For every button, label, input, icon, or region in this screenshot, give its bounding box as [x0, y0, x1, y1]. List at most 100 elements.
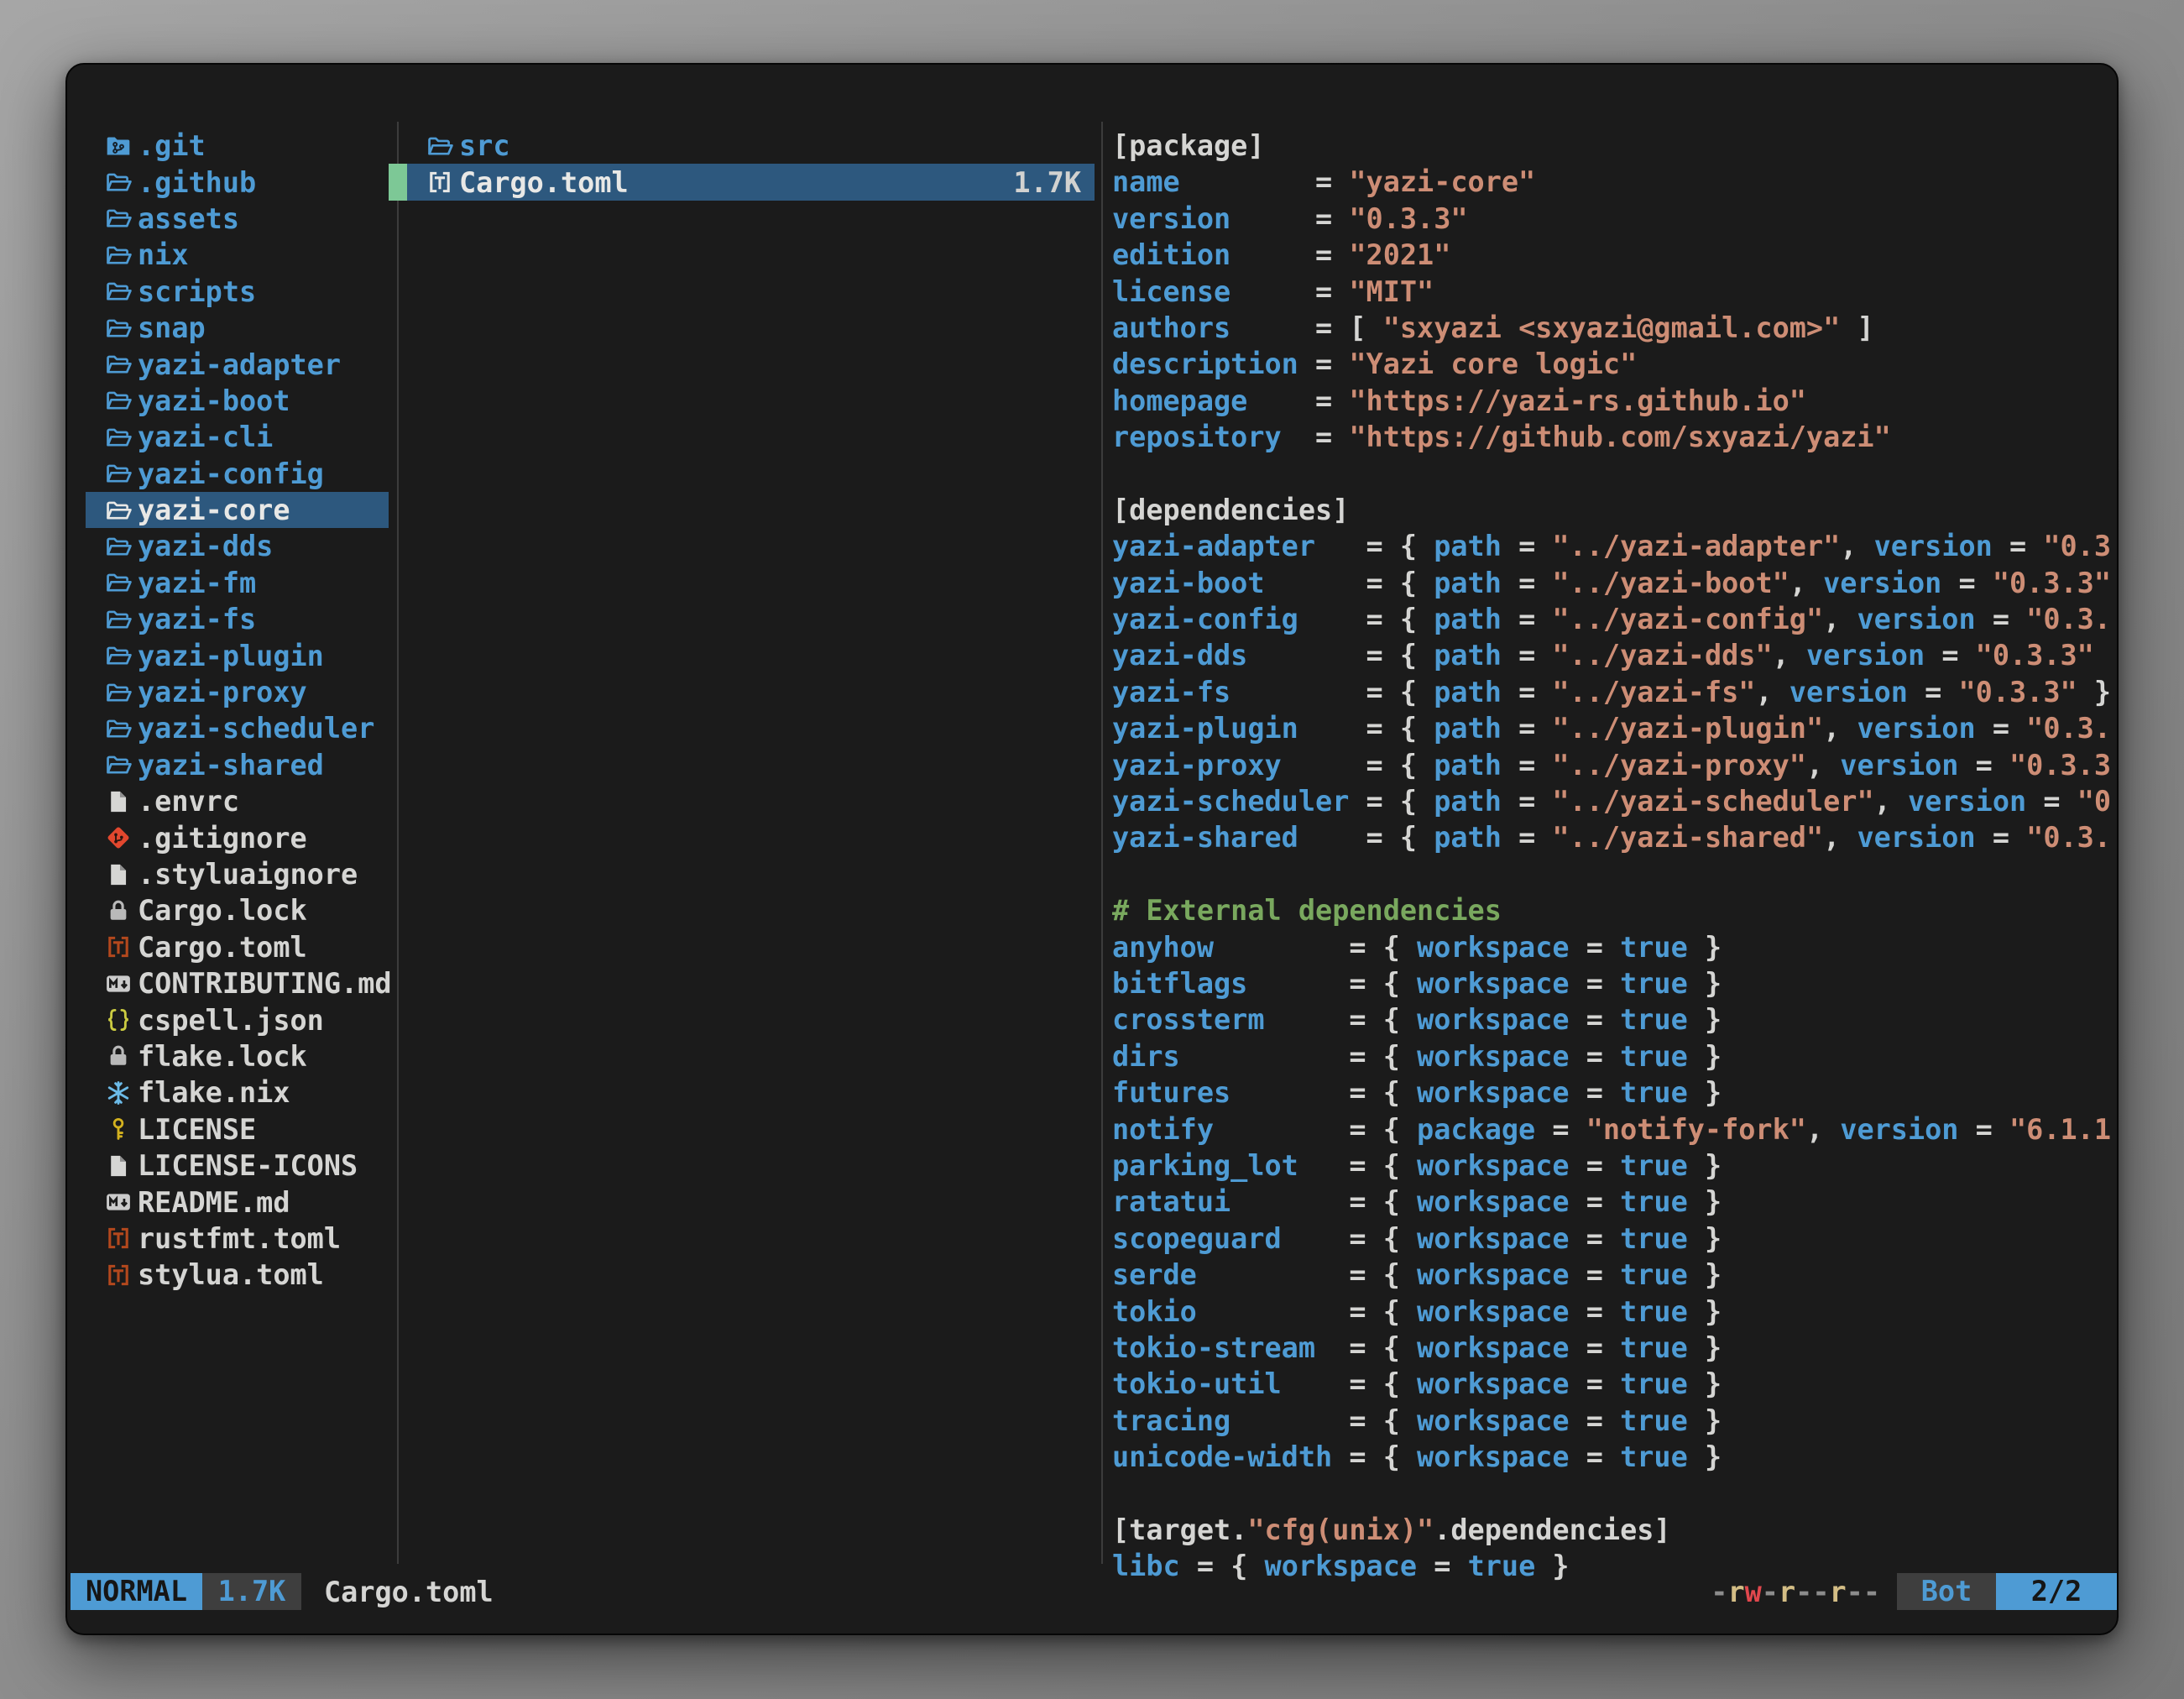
toml-icon: [104, 1224, 133, 1252]
preview-line: scopeguard = { workspace = true }: [1112, 1221, 2119, 1257]
file-row[interactable]: Cargo.toml1.7K: [389, 164, 1095, 200]
folder-icon: [104, 314, 133, 342]
folder-icon: [104, 204, 133, 233]
preview-line: dirs = { workspace = true }: [1112, 1038, 2119, 1074]
file-name: yazi-plugin: [138, 640, 324, 672]
file-row[interactable]: yazi-config: [86, 456, 389, 492]
file-row[interactable]: src: [389, 128, 1095, 164]
file-row[interactable]: .styluaignore: [86, 856, 389, 892]
file-name: scripts: [138, 275, 256, 308]
folder-icon: [104, 532, 133, 561]
file-row[interactable]: rustfmt.toml: [86, 1221, 389, 1257]
file-name: nix: [138, 238, 189, 271]
file-row[interactable]: assets: [86, 201, 389, 237]
file-row[interactable]: nix: [86, 237, 389, 273]
file-name: Cargo.lock: [138, 894, 307, 927]
file-name: yazi-dds: [138, 530, 273, 562]
file-name: LICENSE-ICONS: [138, 1149, 358, 1182]
preview-line: tokio = { workspace = true }: [1112, 1294, 2119, 1330]
file-icon: [104, 1152, 133, 1180]
preview-line: yazi-shared = { path = "../yazi-shared",…: [1112, 819, 2119, 855]
file-row[interactable]: LICENSE: [86, 1111, 389, 1147]
preview-line: name = "yazi-core": [1112, 164, 2119, 200]
preview-line: [1112, 856, 2119, 892]
toml-icon: [104, 1261, 133, 1289]
preview-line: yazi-boot = { path = "../yazi-boot", ver…: [1112, 565, 2119, 601]
folder-icon: [426, 132, 454, 160]
file-row[interactable]: README.md: [86, 1184, 389, 1220]
file-row[interactable]: flake.nix: [86, 1074, 389, 1111]
file-row[interactable]: .git: [86, 128, 389, 164]
file-row[interactable]: flake.lock: [86, 1038, 389, 1074]
folder-icon: [104, 605, 133, 634]
folder-icon: [104, 168, 133, 196]
preview-line: yazi-scheduler = { path = "../yazi-sched…: [1112, 783, 2119, 819]
markdown-icon: [104, 1188, 133, 1216]
file-row[interactable]: yazi-fm: [86, 565, 389, 601]
file-row[interactable]: yazi-cli: [86, 419, 389, 455]
file-name: snap: [138, 311, 206, 344]
preview-line: authors = [ "sxyazi <sxyazi@gmail.com>" …: [1112, 310, 2119, 346]
preview-line: [1112, 1475, 2119, 1511]
preview-line: anyhow = { workspace = true }: [1112, 929, 2119, 965]
file-permissions: -rw-r--r--: [1711, 1576, 1880, 1608]
file-name: yazi-proxy: [138, 676, 307, 708]
file-row[interactable]: .gitignore: [86, 819, 389, 855]
git-folder-icon: [104, 132, 133, 160]
preview-line: yazi-dds = { path = "../yazi-dds", versi…: [1112, 637, 2119, 673]
file-row[interactable]: CONTRIBUTING.md: [86, 965, 389, 1001]
file-size: 1.7K: [1013, 166, 1095, 199]
yazi-terminal-window: .git.githubassetsnix scriptssnap yazi-adap…: [65, 63, 2119, 1635]
preview-line: bitflags = { workspace = true }: [1112, 965, 2119, 1001]
selection-marker: [389, 164, 407, 200]
file-row[interactable]: yazi-adapter: [86, 346, 389, 382]
cursor-counter-badge: 2/2: [1996, 1573, 2117, 1610]
file-name: .envrc: [138, 785, 239, 818]
file-row[interactable]: yazi-fs: [86, 601, 389, 637]
status-filename: Cargo.toml: [324, 1576, 494, 1608]
preview-line: tokio-stream = { workspace = true }: [1112, 1330, 2119, 1366]
preview-line: tracing = { workspace = true }: [1112, 1403, 2119, 1439]
file-row[interactable]: cspell.json: [86, 1001, 389, 1038]
file-row[interactable]: yazi-dds: [86, 528, 389, 564]
file-name: LICENSE: [138, 1113, 256, 1146]
file-row[interactable]: stylua.toml: [86, 1257, 389, 1293]
file-row[interactable]: .envrc: [86, 783, 389, 819]
folder-icon: [104, 750, 133, 779]
file-row[interactable]: yazi-shared: [86, 747, 389, 783]
file-row[interactable]: yazi-boot: [86, 383, 389, 419]
preview-line: unicode-width = { workspace = true }: [1112, 1439, 2119, 1475]
file-name: yazi-boot: [138, 384, 290, 417]
markdown-icon: [104, 970, 133, 998]
file-name: .styluaignore: [138, 858, 358, 891]
file-row[interactable]: yazi-plugin: [86, 637, 389, 673]
file-row[interactable]: scripts: [86, 274, 389, 310]
file-row[interactable]: yazi-proxy: [86, 674, 389, 710]
file-row[interactable]: yazi-scheduler: [86, 710, 389, 746]
file-row[interactable]: snap: [86, 310, 389, 346]
lock-icon: [104, 1042, 133, 1070]
preview-line: edition = "2021": [1112, 237, 2119, 273]
preview-line: [dependencies]: [1112, 492, 2119, 528]
file-name: yazi-scheduler: [138, 712, 374, 745]
file-name: rustfmt.toml: [138, 1222, 341, 1255]
pane-divider-right: [1101, 122, 1103, 1564]
folder-icon: [104, 714, 133, 743]
folder-icon: [104, 423, 133, 452]
preview-line: [package]: [1112, 128, 2119, 164]
preview-line: homepage = "https://yazi-rs.github.io": [1112, 383, 2119, 419]
preview-line: [target."cfg(unix)".dependencies]: [1112, 1512, 2119, 1548]
folder-icon: [104, 496, 133, 525]
preview-line: serde = { workspace = true }: [1112, 1257, 2119, 1293]
file-row[interactable]: .github: [86, 164, 389, 200]
pane-divider-left: [397, 122, 399, 1564]
file-row[interactable]: yazi-core: [86, 492, 389, 528]
folder-icon: [104, 241, 133, 269]
file-row[interactable]: Cargo.toml: [86, 929, 389, 965]
file-row[interactable]: Cargo.lock: [86, 892, 389, 928]
file-name: yazi-adapter: [138, 348, 341, 381]
preview-line: yazi-adapter = { path = "../yazi-adapter…: [1112, 528, 2119, 564]
file-row[interactable]: LICENSE-ICONS: [86, 1147, 389, 1184]
preview-line: [1112, 456, 2119, 492]
file-name: README.md: [138, 1186, 290, 1219]
